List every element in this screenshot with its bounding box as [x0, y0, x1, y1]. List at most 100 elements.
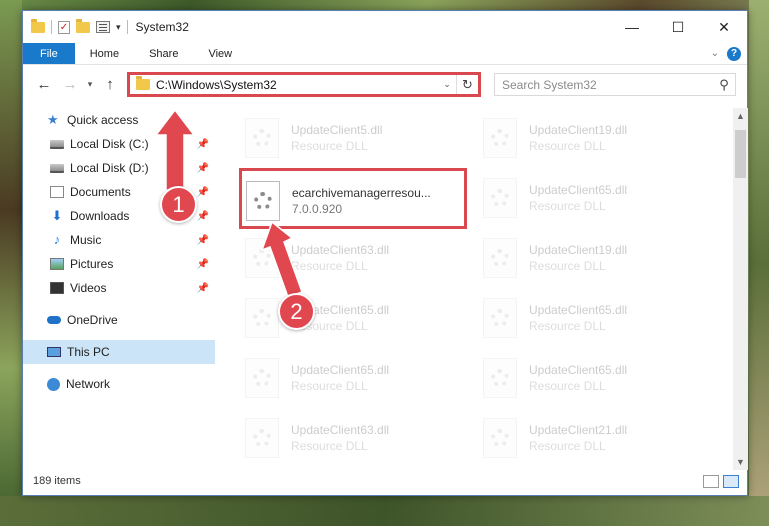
- documents-icon: [50, 186, 64, 198]
- vertical-scrollbar[interactable]: ▲ ▼: [733, 108, 748, 470]
- tab-home[interactable]: Home: [75, 43, 134, 64]
- sidebar-item-label: This PC: [67, 345, 110, 359]
- sidebar-item-quick-access[interactable]: ★ Quick access: [23, 108, 215, 132]
- videos-icon: [50, 282, 64, 294]
- sidebar-item-label: Local Disk (C:): [70, 137, 149, 151]
- quick-access-toolbar: ✓ ▾: [31, 18, 128, 34]
- tab-file[interactable]: File: [23, 43, 75, 64]
- details-view-icon[interactable]: [703, 474, 719, 488]
- file-name: UpdateClient21.dll: [529, 423, 628, 437]
- window-controls: — ☐ ✕: [609, 11, 747, 43]
- search-input[interactable]: Search System32: [502, 78, 713, 92]
- dll-file-icon: [245, 418, 279, 458]
- new-folder-icon[interactable]: [76, 18, 90, 33]
- recent-locations-button[interactable]: ▾: [83, 72, 97, 96]
- large-icons-view-icon[interactable]: [723, 474, 739, 488]
- address-dropdown-icon[interactable]: ⌄: [438, 79, 456, 90]
- file-type: Resource DLL: [291, 259, 368, 273]
- forward-button[interactable]: →: [57, 72, 83, 96]
- help-icon[interactable]: ?: [727, 46, 741, 61]
- sidebar-item-local-disk-d[interactable]: Local Disk (D:) 📌: [23, 156, 215, 180]
- tab-view[interactable]: View: [193, 43, 247, 64]
- list-item[interactable]: UpdateClient21.dll Resource DLL: [453, 410, 683, 464]
- sidebar-item-videos[interactable]: Videos 📌: [23, 276, 215, 300]
- disk-icon: [50, 163, 64, 173]
- expand-ribbon-icon[interactable]: ⌄: [711, 48, 719, 59]
- sidebar-item-music[interactable]: ♪ Music 📌: [23, 228, 215, 252]
- view-toggle: [703, 474, 747, 488]
- search-box[interactable]: Search System32 ⚲: [494, 73, 736, 96]
- list-item[interactable]: UpdateClient65.dll Resource DLL: [453, 350, 683, 406]
- sidebar-item-onedrive[interactable]: OneDrive: [23, 308, 215, 332]
- highlighted-file[interactable]: ecarchivemanagerresou... 7.0.0.920: [239, 168, 467, 229]
- explorer-window: ✓ ▾ System32 — ☐ ✕ File Home Share View …: [22, 10, 748, 496]
- title-bar: ✓ ▾ System32 — ☐ ✕: [23, 11, 747, 43]
- selected-file-item[interactable]: ecarchivemanagerresou... 7.0.0.920: [244, 173, 474, 229]
- list-item[interactable]: UpdateClient65.dll Resource DLL: [453, 170, 683, 226]
- scrollbar-thumb[interactable]: [735, 130, 746, 178]
- step-badge-2: 2: [278, 293, 315, 330]
- pin-icon[interactable]: 📌: [197, 163, 209, 174]
- pin-icon[interactable]: 📌: [197, 283, 209, 294]
- onedrive-icon: [47, 316, 61, 324]
- qat-dropdown-icon[interactable]: ▾: [116, 22, 121, 33]
- tab-share[interactable]: Share: [134, 43, 193, 64]
- file-name: UpdateClient5.dll: [291, 123, 383, 137]
- list-item[interactable]: UpdateClient63.dll Resource DLL: [215, 230, 445, 286]
- scroll-up-icon[interactable]: ▲: [733, 108, 748, 124]
- folder-icon: [136, 76, 150, 90]
- sidebar-item-network[interactable]: Network: [23, 372, 215, 396]
- list-item[interactable]: UpdateClient19.dll Resource DLL: [453, 230, 683, 286]
- pin-icon[interactable]: 📌: [197, 211, 209, 222]
- desktop-background-right: [749, 0, 769, 526]
- check-icon[interactable]: ✓: [58, 20, 70, 34]
- close-button[interactable]: ✕: [701, 11, 747, 43]
- pin-icon[interactable]: 📌: [197, 235, 209, 246]
- search-icon[interactable]: ⚲: [713, 77, 735, 93]
- dll-file-icon: [483, 238, 517, 278]
- list-item[interactable]: UpdateClient65.dll Resource DLL: [453, 290, 683, 346]
- navigation-pane: ★ Quick access Local Disk (C:) 📌 Local D…: [23, 108, 215, 463]
- sidebar-item-label: Downloads: [70, 209, 130, 223]
- window-title: System32: [135, 20, 189, 34]
- desktop-background-left: [0, 0, 22, 526]
- file-name: UpdateClient19.dll: [529, 123, 628, 137]
- sidebar-item-this-pc[interactable]: This PC: [23, 340, 215, 364]
- separator: [126, 20, 128, 34]
- pc-icon: [47, 347, 61, 357]
- separator: [51, 20, 52, 34]
- minimize-button[interactable]: —: [609, 11, 655, 43]
- list-item[interactable]: UpdateClient65.dll Resource DLL: [215, 350, 445, 406]
- pin-icon[interactable]: 📌: [197, 139, 209, 150]
- list-item[interactable]: UpdateClient65.dll Resource DLL: [215, 290, 445, 346]
- dll-file-icon: [483, 298, 517, 338]
- list-item[interactable]: UpdateClient63.dll Resource DLL: [215, 410, 445, 464]
- up-button[interactable]: ↑: [97, 72, 123, 96]
- sidebar-item-local-disk-c[interactable]: Local Disk (C:) 📌: [23, 132, 215, 156]
- address-path[interactable]: C:\Windows\System32: [156, 78, 438, 92]
- pin-icon[interactable]: 📌: [197, 187, 209, 198]
- properties-icon[interactable]: [96, 21, 110, 33]
- dll-file-icon: [246, 181, 280, 221]
- file-type: Resource DLL: [529, 439, 606, 453]
- list-item[interactable]: UpdateClient19.dll Resource DLL: [453, 110, 683, 166]
- file-type: Resource DLL: [529, 259, 606, 273]
- file-list: UpdateClient5.dll Resource DLL UpdateClie…: [215, 108, 733, 464]
- file-name: UpdateClient63.dll: [291, 243, 390, 257]
- sidebar-item-label: Videos: [70, 281, 107, 295]
- file-type: Resource DLL: [529, 379, 606, 393]
- address-bar[interactable]: C:\Windows\System32 ⌄ ↻: [127, 72, 481, 97]
- file-type: Resource DLL: [291, 439, 368, 453]
- maximize-button[interactable]: ☐: [655, 11, 701, 43]
- list-item[interactable]: UpdateClient5.dll Resource DLL: [215, 110, 445, 166]
- pin-icon[interactable]: 📌: [197, 259, 209, 270]
- refresh-icon[interactable]: ↻: [456, 75, 478, 94]
- music-icon: ♪: [53, 232, 61, 247]
- back-button[interactable]: ←: [31, 72, 57, 96]
- file-type: Resource DLL: [291, 139, 368, 153]
- disk-icon: [50, 139, 64, 149]
- step-badge-1: 1: [160, 186, 197, 223]
- sidebar-item-pictures[interactable]: Pictures 📌: [23, 252, 215, 276]
- file-name: UpdateClient65.dll: [529, 303, 628, 317]
- ribbon-controls: ⌄ ?: [711, 43, 747, 64]
